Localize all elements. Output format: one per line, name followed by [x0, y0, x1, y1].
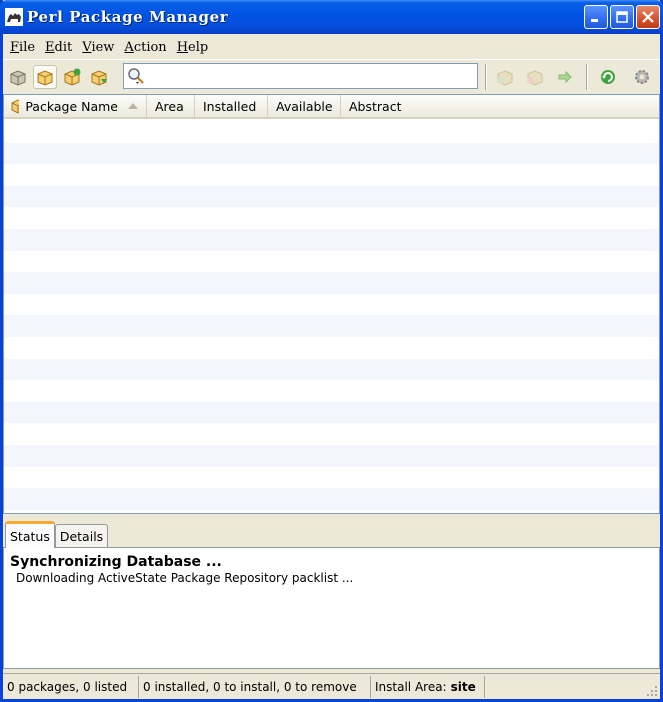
search-icon[interactable]: [124, 67, 148, 85]
bottom-tabs: Status Details: [5, 521, 109, 548]
menu-bar: File Edit View Action Help: [3, 36, 660, 58]
search-input[interactable]: [148, 65, 477, 87]
empty-row: [4, 121, 659, 143]
status-bar: 0 packages, 0 listed 0 installed, 0 to i…: [3, 673, 660, 699]
resize-grip-icon[interactable]: [646, 685, 658, 697]
column-installed[interactable]: Installed: [195, 95, 268, 118]
search-box[interactable]: [123, 63, 478, 89]
packages-modified-icon: [91, 69, 107, 86]
package-icon: [11, 99, 20, 114]
packages-count: 0 packages, 0 listed: [3, 675, 139, 698]
menu-help[interactable]: Help: [174, 40, 216, 55]
install-area: Install Area: site: [371, 675, 485, 698]
packages-all-icon: [10, 69, 26, 86]
empty-row: [4, 185, 659, 208]
column-package-name[interactable]: Package Name: [4, 95, 147, 118]
empty-row: [4, 142, 659, 165]
close-icon: [642, 11, 654, 23]
install-count: 0 installed, 0 to install, 0 to remove: [139, 675, 371, 698]
minimize-icon: [591, 19, 598, 22]
status-title: Synchronizing Database ...: [10, 554, 222, 570]
list-header: Package Name Area Installed Available Ab…: [4, 95, 659, 119]
arrow-right-icon: [558, 70, 572, 84]
column-available[interactable]: Available: [268, 95, 341, 118]
preferences-button[interactable]: [630, 65, 654, 89]
package-list[interactable]: Package Name Area Installed Available Ab…: [3, 94, 660, 514]
title-bar[interactable]: Perl Package Manager: [0, 0, 663, 34]
view-upgradeable-packages-button[interactable]: [60, 65, 84, 89]
list-rows: [4, 121, 659, 513]
status-panel: Synchronizing Database ... Downloading A…: [3, 547, 660, 669]
empty-row: [4, 250, 659, 273]
empty-row: [4, 466, 659, 489]
menu-action[interactable]: Action: [121, 40, 173, 55]
packages-installed-icon: [37, 69, 53, 86]
maximize-button[interactable]: [610, 5, 634, 29]
empty-row: [4, 164, 659, 186]
empty-row: [4, 272, 659, 294]
menu-file[interactable]: File: [7, 40, 42, 55]
camel-icon: [4, 7, 24, 27]
maximize-icon: [616, 11, 628, 23]
menu-view[interactable]: View: [79, 40, 121, 55]
toolbar: [3, 59, 660, 93]
empty-row: [4, 293, 659, 316]
mark-install-icon: [497, 70, 513, 86]
empty-row: [4, 423, 659, 445]
mark-remove-button[interactable]: [523, 65, 547, 89]
empty-row: [4, 336, 659, 359]
toolbar-separator: [586, 64, 588, 90]
app-window: Perl Package Manager File Edit View Acti…: [0, 0, 663, 702]
view-all-packages-button[interactable]: [6, 65, 30, 89]
gear-icon: [635, 70, 649, 84]
packages-upgrade-icon: [64, 68, 81, 86]
empty-row: [4, 207, 659, 229]
mark-remove-icon: [527, 70, 543, 86]
run-actions-button[interactable]: [553, 65, 577, 89]
empty-row: [4, 488, 659, 510]
sort-ascending-icon: [128, 103, 138, 109]
column-abstract[interactable]: Abstract: [341, 95, 409, 118]
minimize-button[interactable]: [584, 5, 608, 29]
empty-row: [4, 444, 659, 467]
refresh-icon: [601, 70, 615, 84]
view-modified-packages-button[interactable]: [87, 65, 111, 89]
view-installed-packages-button[interactable]: [33, 64, 57, 89]
empty-row: [4, 315, 659, 337]
toolbar-separator: [485, 64, 487, 90]
empty-row: [4, 358, 659, 381]
menu-edit[interactable]: Edit: [42, 40, 79, 55]
tab-details[interactable]: Details: [54, 524, 109, 548]
status-detail: Downloading ActiveState Package Reposito…: [16, 571, 354, 585]
window-title: Perl Package Manager: [27, 8, 229, 26]
column-area[interactable]: Area: [147, 95, 195, 118]
empty-row: [4, 228, 659, 251]
tab-status[interactable]: Status: [5, 521, 55, 548]
empty-row: [4, 380, 659, 402]
empty-row: [4, 401, 659, 424]
refresh-button[interactable]: [596, 65, 620, 89]
close-button[interactable]: [636, 5, 660, 29]
mark-install-button[interactable]: [493, 65, 517, 89]
